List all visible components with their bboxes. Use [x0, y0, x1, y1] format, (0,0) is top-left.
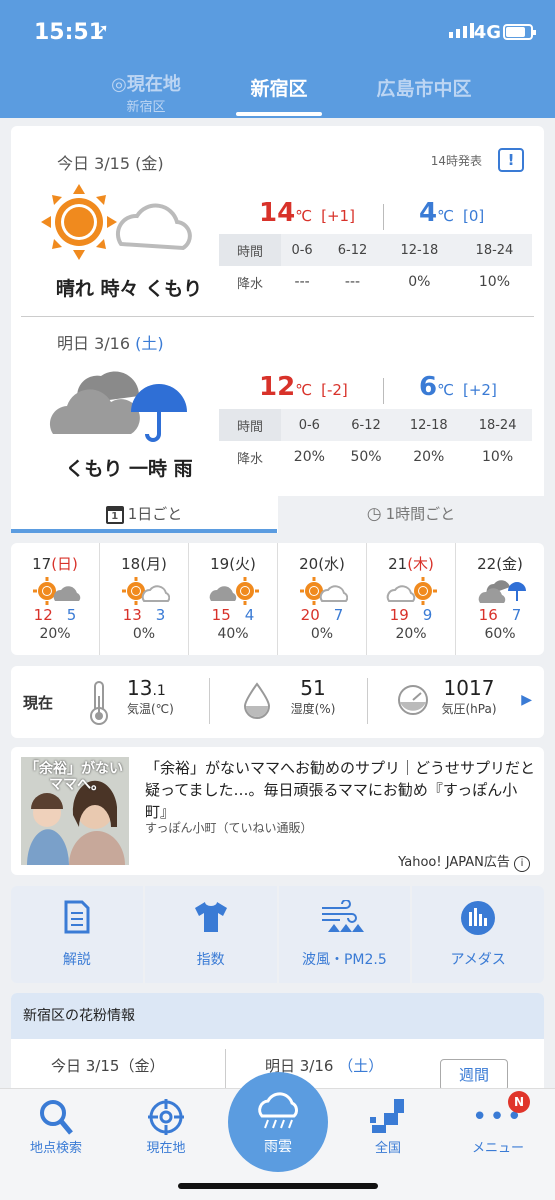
sunny-cloudy-icon: [100, 577, 188, 605]
index-button[interactable]: 指数: [144, 886, 277, 983]
week-day[interactable]: 21(木) 19 9 20%: [367, 543, 456, 655]
tab-current-location[interactable]: ◎現在地 新宿区: [96, 62, 196, 118]
daily-forecast-card: 今日 3/15 (金) 14時発表 ! 晴れ 時々 くもり 14℃ [+1] 4…: [11, 126, 544, 533]
current-pressure: 1017 気圧(hPa): [441, 676, 497, 716]
tomorrow-low: 6℃ [+2]: [419, 372, 497, 402]
today-rain-table: 時間 0-6 6-12 12-18 18-24 降水 --- --- 0% 10%: [219, 234, 532, 298]
app-header: 15:51 ➚ 4G ◎現在地 新宿区 新宿区 広島市中区: [0, 0, 555, 118]
ad-image[interactable]: 「余裕」がない ママへ。: [21, 757, 129, 865]
week-day[interactable]: 19(火) 15 4 40%: [189, 543, 278, 655]
sunny-cloudy-icon: [278, 577, 366, 605]
weekly-pollen-button[interactable]: 週間: [440, 1059, 508, 1091]
network-type: 4G: [473, 22, 501, 43]
today-temps: 14℃ [+1] 4℃ [0]: [219, 198, 529, 238]
week-day[interactable]: 20(水) 20 7 0%: [278, 543, 367, 655]
tab-hiroshima[interactable]: 広島市中区: [364, 62, 484, 118]
today-high: 14℃ [+1]: [259, 198, 355, 228]
shirt-icon: [194, 902, 227, 932]
nav-menu[interactable]: ••• N メニュー: [448, 1091, 548, 1156]
today-low: 4℃ [0]: [419, 198, 485, 228]
week-day[interactable]: 18(月) 13 3 0%: [100, 543, 189, 655]
nav-nationwide[interactable]: 全国: [338, 1097, 438, 1156]
today-weather-label: 晴れ 時々 くもり: [55, 278, 203, 300]
nav-current-location[interactable]: 現在地: [116, 1097, 216, 1156]
battery-icon: [503, 24, 536, 40]
wave-wind-icon: [322, 900, 365, 932]
ad-source: すっぽん小町（ていねい通販）: [145, 821, 313, 835]
issued-time: 14時発表: [430, 154, 482, 168]
cloudy-sunny-icon: [367, 577, 455, 605]
search-icon: [40, 1100, 73, 1135]
today-date: 今日 3/15 (金): [57, 154, 164, 173]
amedas-icon: [461, 901, 496, 935]
ad-title[interactable]: 「余裕」がないママへお勧めのサプリ｜どうせサプリだと疑ってました…。毎日頑張るマ…: [145, 757, 535, 823]
info-menu: 解説 指数 波風・PM2.5 アメダス: [11, 886, 544, 983]
pressure-gauge-icon: [398, 685, 428, 715]
cloudy-rain-icon: [49, 371, 187, 442]
info-icon: i: [514, 856, 530, 872]
pollen-title: 新宿区の花粉情報: [11, 993, 544, 1039]
thermometer-icon: [90, 681, 108, 725]
week-day[interactable]: 17(日) 12 5 20%: [11, 543, 100, 655]
crosshair-icon: [148, 1099, 184, 1135]
document-icon: [64, 900, 90, 934]
target-icon: ◎: [111, 74, 127, 95]
rain-cloud-icon: [258, 1092, 298, 1129]
japan-map-icon: [370, 1099, 404, 1133]
tomorrow-weather-label: くもり 一時 雨: [65, 458, 193, 480]
chevron-right-icon[interactable]: ▶: [521, 692, 532, 708]
amedas-button[interactable]: アメダス: [412, 886, 544, 983]
cloudy-sunny-icon: [189, 577, 277, 605]
clock-icon: ◷: [366, 504, 382, 524]
pollen-today: 今日 3/15（金）: [51, 1057, 165, 1075]
tab-daily[interactable]: 1 1日ごと: [11, 496, 277, 533]
tab-hourly[interactable]: ◷ 1時間ごと: [278, 496, 544, 533]
location-arrow-icon: ➚: [94, 20, 110, 41]
nav-location-search[interactable]: 地点検索: [6, 1097, 106, 1156]
tomorrow-high: 12℃ [-2]: [259, 372, 348, 402]
alert-icon[interactable]: !: [498, 148, 524, 172]
current-humidity: 51 湿度(%): [290, 676, 336, 716]
humidity-icon: [243, 682, 271, 719]
sunny-cloudy-icon: [11, 577, 99, 605]
tomorrow-rain-table: 時間 0-6 6-12 12-18 18-24 降水 20% 50% 20% 10%: [219, 409, 532, 473]
rain-cloud-button[interactable]: 雨雲: [228, 1072, 328, 1172]
ad-banner[interactable]: 「余裕」がない ママへ。 「余裕」がないママへお勧めのサプリ｜どうせサプリだと疑っ…: [11, 747, 544, 875]
week-day[interactable]: 22(金) 16 7 60%: [456, 543, 544, 655]
divider: [21, 316, 534, 317]
tab-shinjuku[interactable]: 新宿区: [236, 62, 322, 118]
cloudy-rain-icon: [456, 577, 544, 605]
calendar-icon: 1: [105, 505, 124, 524]
status-bar: 15:51 ➚ 4G: [0, 0, 555, 62]
location-tabs: ◎現在地 新宿区 新宿区 広島市中区: [0, 62, 555, 118]
weekly-forecast[interactable]: 17(日) 12 5 20% 18(月) 13 3 0% 19(火) 15 4 40%…: [11, 543, 544, 655]
home-indicator: [178, 1183, 378, 1189]
current-conditions[interactable]: 現在 13.1 気温(℃) 51 湿度(%) 1017 気圧(hPa) ▶: [11, 666, 544, 738]
tomorrow-temps: 12℃ [-2] 6℃ [+2]: [219, 372, 529, 412]
signal-icon: [449, 23, 474, 38]
notification-badge: N: [508, 1091, 530, 1113]
current-temperature: 13.1 気温(℃): [127, 676, 174, 716]
current-label: 現在: [23, 694, 54, 712]
wave-wind-button[interactable]: 波風・PM2.5: [278, 886, 411, 983]
commentary-button[interactable]: 解説: [11, 886, 143, 983]
sunny-cloudy-icon: [41, 184, 192, 260]
forecast-mode-tabs: 1 1日ごと ◷ 1時間ごと: [11, 496, 544, 533]
tomorrow-date: 明日 3/16 (土): [57, 334, 164, 353]
ad-label[interactable]: Yahoo! JAPAN広告 i: [398, 851, 530, 872]
